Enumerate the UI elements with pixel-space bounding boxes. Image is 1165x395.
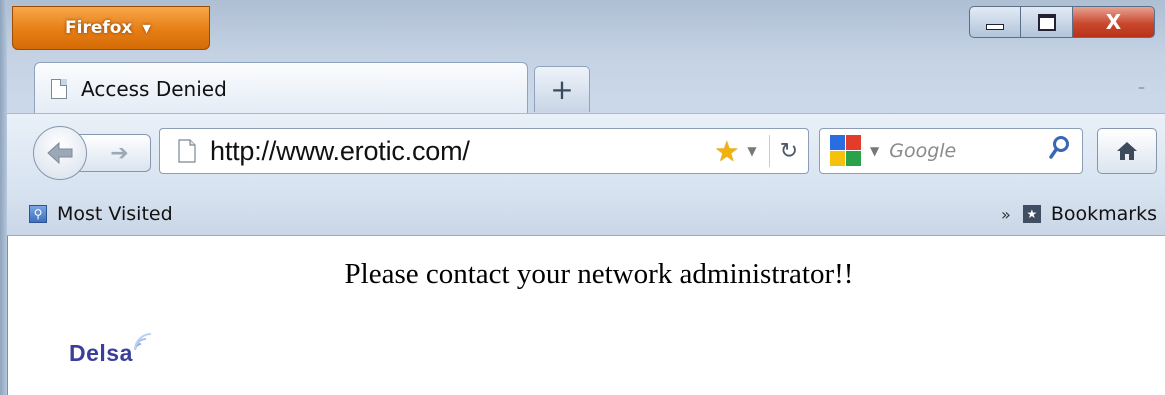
back-arrow-icon [47, 141, 73, 165]
chevron-down-icon[interactable]: ▼ [870, 144, 879, 158]
search-bar[interactable]: ▼ Google [819, 128, 1083, 174]
firefox-menu-button[interactable]: Firefox ▼ [12, 6, 210, 50]
maximize-icon [1037, 13, 1056, 31]
most-visited-icon: ⚲ [29, 205, 47, 223]
close-icon: X [1105, 10, 1122, 34]
bookmarks-toolbar: ⚲ Most Visited » ★ Bookmarks [7, 193, 1165, 236]
search-icon[interactable] [1048, 135, 1070, 163]
history-dropdown-icon[interactable]: ▼ [747, 144, 756, 158]
search-placeholder: Google [889, 140, 957, 162]
bookmark-star-icon[interactable]: ★ [714, 135, 739, 168]
tab-access-denied[interactable]: Access Denied [34, 62, 528, 114]
tab-list-button[interactable]: – [1138, 80, 1145, 96]
forward-button[interactable]: ➔ [79, 134, 151, 172]
tab-label: Access Denied [81, 76, 227, 101]
window-controls: X [969, 6, 1155, 38]
wireless-waves-icon [133, 333, 151, 351]
url-bar-actions: ★ ▼ ↻ [714, 129, 808, 173]
new-tab-button[interactable]: + [534, 66, 590, 112]
reload-icon[interactable]: ↻ [780, 139, 798, 164]
page-icon [51, 78, 67, 99]
divider [768, 135, 770, 167]
home-button[interactable] [1097, 128, 1157, 174]
bookmarks-star-icon: ★ [1022, 205, 1041, 223]
browser-window: Firefox ▼ X Access Denied + – ➔ http://w… [0, 0, 1165, 395]
firefox-menu-label: Firefox [65, 18, 133, 38]
url-text: http://www.erotic.com/ [210, 135, 470, 166]
page-icon [178, 139, 196, 163]
close-button[interactable]: X [1073, 6, 1155, 38]
url-bar[interactable]: http://www.erotic.com/ ★ ▼ ↻ [159, 128, 809, 174]
maximize-button[interactable] [1021, 6, 1073, 38]
bookmark-most-visited[interactable]: ⚲ Most Visited [29, 193, 173, 235]
page-content: Please contact your network administrato… [7, 236, 1165, 395]
title-bar: Firefox ▼ X [0, 0, 1165, 58]
plus-icon: + [550, 73, 574, 106]
forward-arrow-icon: ➔ [110, 140, 129, 166]
logo-text: Delsa [69, 340, 133, 366]
access-denied-message: Please contact your network administrato… [344, 258, 854, 290]
minimize-button[interactable] [969, 6, 1021, 38]
minimize-icon [986, 24, 1004, 30]
google-engine-icon[interactable] [830, 135, 862, 167]
chevron-down-icon: – [1138, 80, 1145, 96]
bookmarks-menu[interactable]: » ★ Bookmarks [1001, 193, 1157, 235]
home-icon [1117, 142, 1137, 160]
bookmarks-label: Bookmarks [1050, 203, 1157, 225]
overflow-chevron-icon[interactable]: » [1001, 205, 1011, 224]
back-button[interactable] [33, 126, 87, 180]
navigation-toolbar: ➔ http://www.erotic.com/ ★ ▼ ↻ ▼ Google [7, 113, 1165, 194]
delsa-logo: Delsa [69, 333, 159, 367]
chevron-down-icon: ▼ [142, 21, 151, 35]
bookmark-label: Most Visited [57, 203, 173, 225]
